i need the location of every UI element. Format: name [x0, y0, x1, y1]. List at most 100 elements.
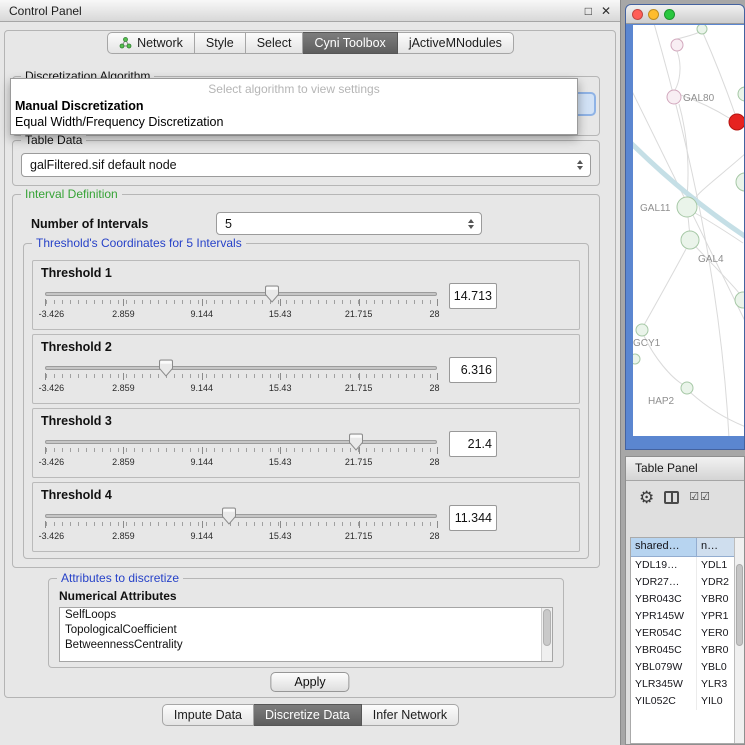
slider-handle[interactable]	[159, 359, 173, 377]
network-node[interactable]	[735, 292, 744, 308]
checkbox-pair-icon[interactable]: ☑☑	[689, 492, 711, 503]
table-row[interactable]: YIL052CYIL0	[631, 693, 744, 710]
columns-icon[interactable]	[664, 491, 679, 504]
interval-definition-group-label: Interval Definition	[21, 187, 122, 201]
network-window-titlebar[interactable]	[626, 5, 744, 24]
threshold-slider[interactable]: -3.4262.8599.14415.4321.71528	[43, 431, 439, 475]
table-scrollbar[interactable]	[734, 538, 744, 743]
slider-track[interactable]	[45, 292, 437, 296]
cell-shared-name[interactable]: YBL079W	[631, 659, 697, 676]
slider-major-ticks	[45, 373, 437, 381]
close-icon[interactable]: ✕	[601, 4, 611, 18]
tab-discretize-data[interactable]: Discretize Data	[254, 704, 362, 726]
attribute-item-topologicalcoefficient[interactable]: TopologicalCoefficient	[60, 623, 552, 638]
table-panel-titlebar[interactable]: Table Panel	[626, 457, 744, 481]
cell-shared-name[interactable]: YLR345W	[631, 676, 697, 693]
tab-style[interactable]: Style	[195, 32, 246, 54]
attributes-scrollbar[interactable]	[541, 608, 552, 661]
cell-shared-name[interactable]: YDR27…	[631, 574, 697, 591]
scale-label: 2.859	[112, 309, 135, 319]
network-node-gal4[interactable]	[681, 231, 699, 249]
algorithm-option-manual-discretization[interactable]: Manual Discretization	[11, 98, 577, 114]
cell-shared-name[interactable]: YIL052C	[631, 693, 697, 710]
table-data-group: Table Data galFiltered.sif default node	[12, 140, 600, 186]
tab-impute-data[interactable]: Impute Data	[162, 704, 254, 726]
close-traffic-light-icon[interactable]	[632, 9, 643, 20]
minimize-traffic-light-icon[interactable]	[648, 9, 659, 20]
major-tick	[45, 299, 46, 306]
table-row[interactable]: YER054CYER0	[631, 625, 744, 642]
cell-shared-name[interactable]: YER054C	[631, 625, 697, 642]
scale-label: 28	[429, 531, 439, 541]
threshold-value-field[interactable]: 21.4	[449, 431, 497, 457]
threshold-slider[interactable]: -3.4262.8599.14415.4321.71528	[43, 283, 439, 327]
slider-scale: -3.4262.8599.14415.4321.71528	[45, 457, 437, 469]
attribute-item-selfloops[interactable]: SelfLoops	[60, 608, 552, 623]
network-node-gcy1[interactable]	[636, 324, 648, 336]
combobox-stepper-icon[interactable]	[572, 160, 587, 170]
tab-infer-network[interactable]: Infer Network	[362, 704, 459, 726]
table-row[interactable]: YBR043CYBR0	[631, 591, 744, 608]
cell-shared-name[interactable]: YPR145W	[631, 608, 697, 625]
threshold-value-field[interactable]: 14.713	[449, 283, 497, 309]
table-data-combobox[interactable]: galFiltered.sif default node	[21, 153, 591, 177]
slider-handle[interactable]	[265, 285, 279, 303]
threshold-value-field[interactable]: 6.316	[449, 357, 497, 383]
attributes-scrollbar-thumb[interactable]	[543, 609, 551, 646]
major-tick	[437, 521, 438, 528]
table-row[interactable]: YLR345WYLR3	[631, 676, 744, 693]
cell-shared-name[interactable]: YBR045C	[631, 642, 697, 659]
table-scrollbar-thumb[interactable]	[736, 564, 743, 646]
float-window-icon[interactable]: □	[585, 4, 592, 18]
combobox-stepper-icon[interactable]	[463, 219, 478, 229]
threshold-slider[interactable]: -3.4262.8599.14415.4321.71528	[43, 505, 439, 549]
attribute-item-betweennesscentrality[interactable]: BetweennessCentrality	[60, 638, 552, 653]
number-of-intervals-combobox[interactable]: 5	[216, 212, 482, 235]
tab-network[interactable]: Network	[107, 32, 195, 54]
threshold-value-field[interactable]: 11.344	[449, 505, 497, 531]
network-svg: GAL80GAL11GAL4GCY1HAP2	[633, 25, 744, 436]
tab-label: Impute Data	[174, 708, 242, 722]
apply-button[interactable]: Apply	[270, 672, 349, 692]
network-node[interactable]	[697, 25, 707, 34]
tab-cyni-toolbox[interactable]: Cyni Toolbox	[303, 32, 397, 54]
network-node[interactable]	[738, 87, 744, 101]
slider-track[interactable]	[45, 366, 437, 370]
threshold-slider[interactable]: -3.4262.8599.14415.4321.71528	[43, 357, 439, 401]
network-node-gal11[interactable]	[677, 197, 697, 217]
network-node[interactable]	[729, 114, 744, 130]
zoom-traffic-light-icon[interactable]	[664, 9, 675, 20]
slider-handle[interactable]	[349, 433, 363, 451]
table-row[interactable]: YPR145WYPR1	[631, 608, 744, 625]
table-row[interactable]: YDL19…YDL1	[631, 557, 744, 574]
gear-icon[interactable]: ⚙	[639, 489, 654, 506]
slider-handle[interactable]	[222, 507, 236, 525]
cell-shared-name[interactable]: YDL19…	[631, 557, 697, 574]
network-node[interactable]	[671, 39, 683, 51]
tab-jactivemnodules[interactable]: jActiveMNodules	[398, 32, 514, 54]
numerical-attributes-listbox: SelfLoopsTopologicalCoefficientBetweenne…	[59, 607, 553, 662]
tab-select[interactable]: Select	[246, 32, 304, 54]
column-header-shared-name[interactable]: shared…	[631, 538, 697, 557]
network-node[interactable]	[633, 354, 640, 364]
algorithm-option-equal-width-frequency-discretization[interactable]: Equal Width/Frequency Discretization	[11, 114, 577, 130]
control-panel-titlebar[interactable]: Control Panel □ ✕	[0, 0, 620, 22]
table-row[interactable]: YBR045CYBR0	[631, 642, 744, 659]
major-tick	[359, 521, 360, 528]
network-node[interactable]	[736, 173, 744, 191]
network-node-hap2[interactable]	[681, 382, 693, 394]
slider-track[interactable]	[45, 514, 437, 518]
threshold-panel-1: Threshold 1-3.4262.8599.14415.4321.71528…	[32, 260, 580, 330]
threshold-label: Threshold 2	[41, 340, 112, 354]
table-row[interactable]: YBL079WYBL0	[631, 659, 744, 676]
scale-label: 15.43	[269, 457, 292, 467]
threshold-label: Threshold 4	[41, 488, 112, 502]
scale-label: 9.144	[191, 457, 214, 467]
cell-shared-name[interactable]: YBR043C	[631, 591, 697, 608]
slider-track[interactable]	[45, 440, 437, 444]
network-node-gal80[interactable]	[667, 90, 681, 104]
top-tab-bar: NetworkStyleSelectCyni ToolboxjActiveMNo…	[0, 32, 621, 54]
table-row[interactable]: YDR27…YDR2	[631, 574, 744, 591]
network-canvas[interactable]: GAL80GAL11GAL4GCY1HAP2	[633, 25, 744, 436]
thresholds-group: Threshold's Coordinates for 5 Intervals …	[23, 243, 589, 559]
